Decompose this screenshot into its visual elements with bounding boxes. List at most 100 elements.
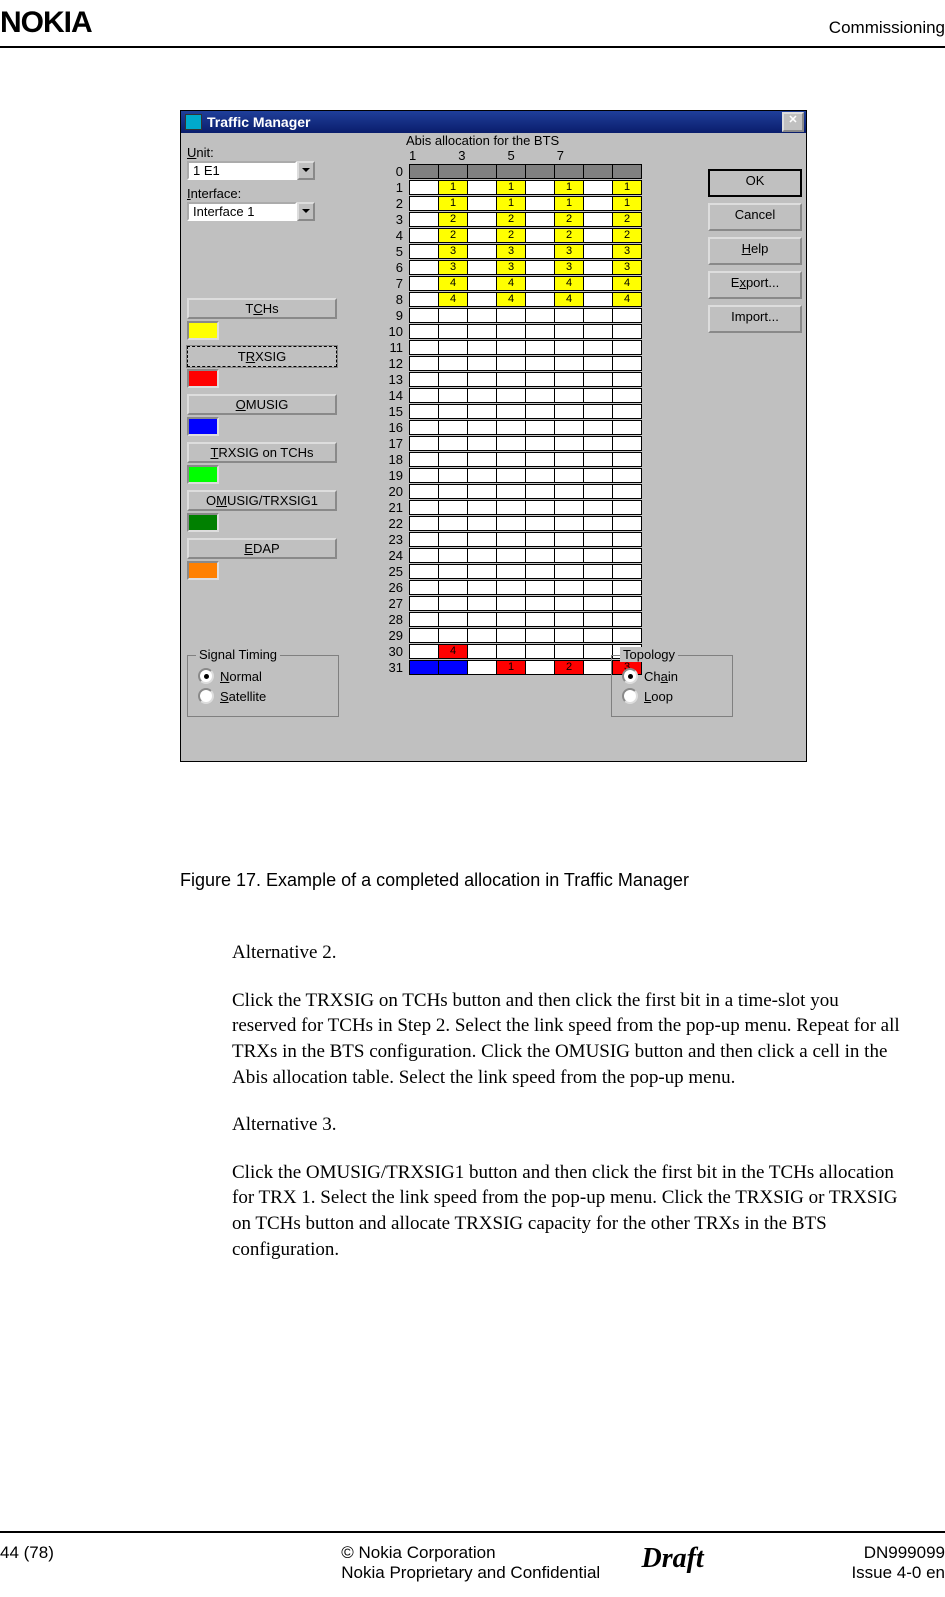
grid-cell[interactable]	[409, 548, 439, 563]
grid-cell[interactable]	[612, 596, 642, 611]
omusig-trxsig1-button[interactable]: OMUSIG/TRXSIG1	[187, 490, 337, 511]
grid-cell[interactable]	[525, 564, 555, 579]
grid-cell[interactable]	[525, 356, 555, 371]
grid-cell[interactable]	[583, 340, 613, 355]
grid-cell[interactable]	[554, 596, 584, 611]
grid-cell[interactable]: 1	[496, 660, 526, 675]
grid-cell[interactable]	[525, 292, 555, 307]
interface-input[interactable]	[187, 202, 297, 221]
grid-cell[interactable]	[583, 452, 613, 467]
radio-satellite[interactable]: Satellite	[198, 688, 338, 704]
grid-cell[interactable]	[409, 404, 439, 419]
grid-cell[interactable]	[409, 660, 439, 675]
grid-cell[interactable]	[525, 180, 555, 195]
grid-cell[interactable]: 2	[612, 228, 642, 243]
edap-button[interactable]: EDAP	[187, 538, 337, 559]
grid-cell[interactable]	[612, 484, 642, 499]
grid-cell[interactable]	[409, 196, 439, 211]
grid-cell[interactable]: 3	[438, 260, 468, 275]
grid-cell[interactable]	[467, 468, 497, 483]
grid-cell[interactable]	[554, 580, 584, 595]
grid-cell[interactable]	[583, 516, 613, 531]
grid-cell[interactable]	[554, 340, 584, 355]
grid-cell[interactable]	[525, 212, 555, 227]
grid-cell[interactable]	[612, 164, 642, 179]
grid-cell[interactable]	[496, 452, 526, 467]
grid-cell[interactable]	[409, 644, 439, 659]
radio-loop[interactable]: Loop	[622, 688, 732, 704]
grid-cell[interactable]	[438, 308, 468, 323]
grid-cell[interactable]	[409, 356, 439, 371]
grid-cell[interactable]	[525, 516, 555, 531]
grid-cell[interactable]	[612, 436, 642, 451]
grid-cell[interactable]	[612, 628, 642, 643]
grid-cell[interactable]	[438, 404, 468, 419]
grid-cell[interactable]	[496, 612, 526, 627]
grid-cell[interactable]	[467, 164, 497, 179]
close-button[interactable]: ✕	[782, 112, 804, 132]
grid-cell[interactable]	[583, 436, 613, 451]
grid-cell[interactable]	[467, 212, 497, 227]
grid-cell[interactable]	[525, 340, 555, 355]
grid-cell[interactable]	[554, 500, 584, 515]
grid-cell[interactable]	[467, 196, 497, 211]
grid-cell[interactable]	[467, 228, 497, 243]
grid-cell[interactable]	[583, 500, 613, 515]
grid-cell[interactable]	[496, 372, 526, 387]
grid-cell[interactable]	[496, 532, 526, 547]
grid-cell[interactable]	[525, 404, 555, 419]
grid-cell[interactable]	[554, 420, 584, 435]
grid-cell[interactable]	[583, 596, 613, 611]
grid-cell[interactable]: 3	[554, 260, 584, 275]
grid-cell[interactable]	[467, 180, 497, 195]
grid-cell[interactable]	[525, 276, 555, 291]
ok-button[interactable]: OK	[708, 169, 802, 197]
grid-cell[interactable]	[612, 452, 642, 467]
grid-cell[interactable]	[525, 164, 555, 179]
grid-cell[interactable]	[409, 596, 439, 611]
grid-cell[interactable]	[467, 500, 497, 515]
grid-cell[interactable]	[467, 452, 497, 467]
grid-cell[interactable]	[583, 644, 613, 659]
grid-cell[interactable]	[467, 484, 497, 499]
grid-cell[interactable]: 4	[612, 276, 642, 291]
grid-cell[interactable]	[612, 356, 642, 371]
grid-cell[interactable]	[583, 164, 613, 179]
grid-cell[interactable]: 4	[438, 292, 468, 307]
grid-cell[interactable]	[438, 660, 468, 675]
grid-cell[interactable]	[554, 308, 584, 323]
grid-cell[interactable]	[438, 628, 468, 643]
grid-cell[interactable]	[525, 548, 555, 563]
grid-cell[interactable]	[438, 548, 468, 563]
grid-cell[interactable]	[467, 324, 497, 339]
grid-cell[interactable]	[583, 292, 613, 307]
grid-cell[interactable]	[525, 644, 555, 659]
grid-cell[interactable]	[554, 516, 584, 531]
grid-cell[interactable]: 1	[612, 196, 642, 211]
grid-cell[interactable]	[467, 308, 497, 323]
grid-cell[interactable]	[409, 244, 439, 259]
help-button[interactable]: Help	[708, 237, 802, 265]
grid-cell[interactable]	[409, 292, 439, 307]
grid-cell[interactable]: 4	[554, 292, 584, 307]
grid-cell[interactable]	[409, 324, 439, 339]
grid-cell[interactable]	[583, 180, 613, 195]
grid-cell[interactable]	[438, 612, 468, 627]
grid-cell[interactable]	[467, 644, 497, 659]
grid-cell[interactable]: 3	[496, 260, 526, 275]
grid-cell[interactable]	[438, 324, 468, 339]
export-button[interactable]: Export...	[708, 271, 802, 299]
grid-cell[interactable]	[612, 532, 642, 547]
grid-cell[interactable]	[583, 580, 613, 595]
grid-cell[interactable]	[467, 548, 497, 563]
grid-cell[interactable]	[496, 164, 526, 179]
grid-cell[interactable]	[467, 612, 497, 627]
grid-cell[interactable]	[409, 420, 439, 435]
grid-cell[interactable]	[583, 244, 613, 259]
grid-cell[interactable]	[496, 436, 526, 451]
grid-cell[interactable]	[438, 564, 468, 579]
grid-cell[interactable]	[583, 420, 613, 435]
grid-cell[interactable]	[496, 596, 526, 611]
grid-cell[interactable]	[612, 516, 642, 531]
grid-cell[interactable]	[554, 612, 584, 627]
